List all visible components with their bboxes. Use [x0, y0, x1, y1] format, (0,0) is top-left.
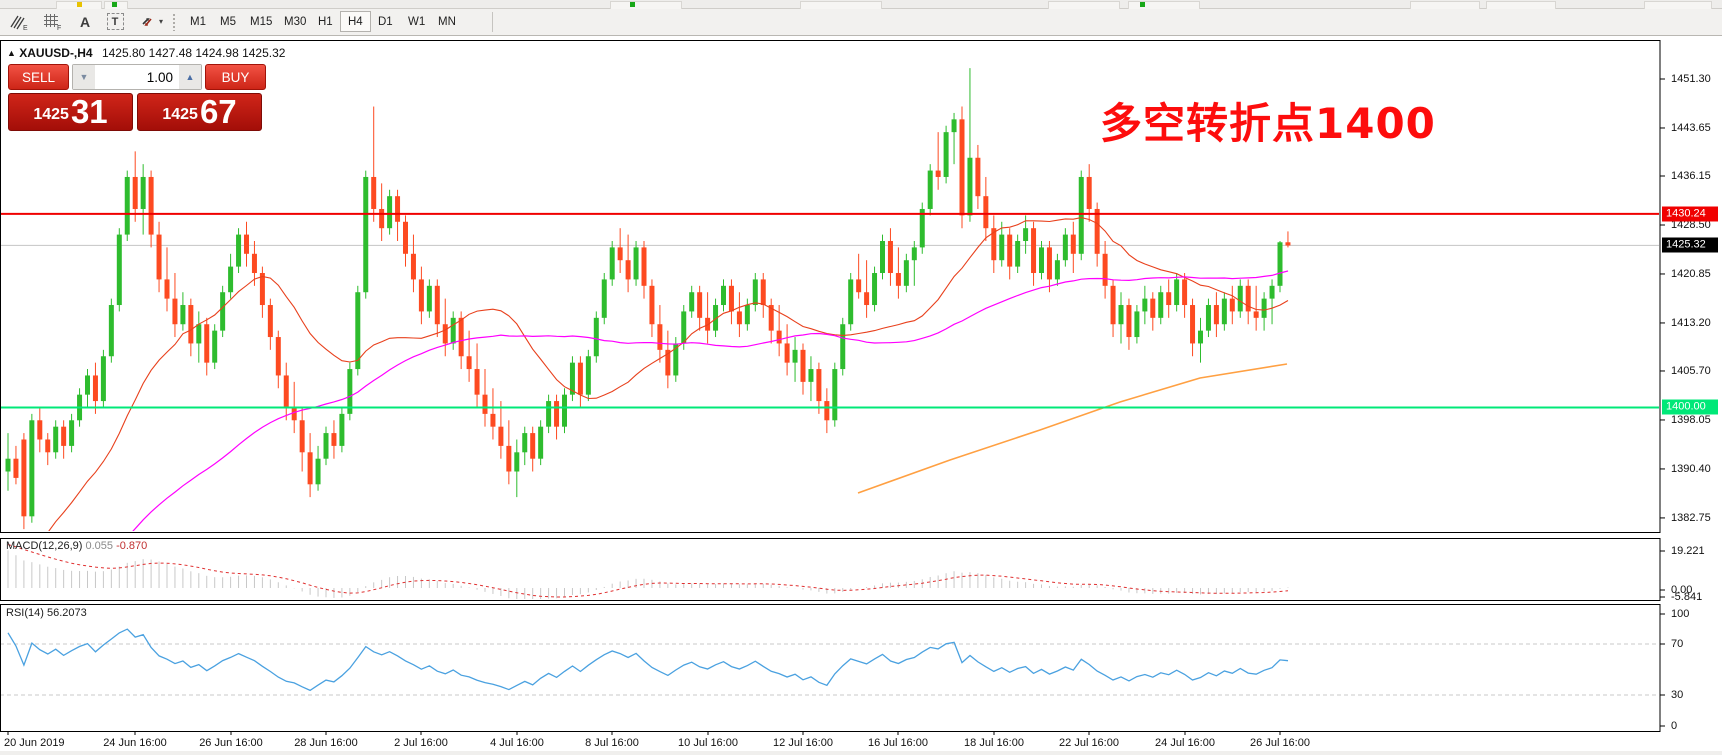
- volume-decrease-button[interactable]: ▼: [73, 65, 95, 89]
- time-axis-label: 2 Jul 16:00: [394, 737, 448, 749]
- volume-increase-button[interactable]: ▲: [179, 65, 201, 89]
- buy-price-big: 67: [200, 95, 237, 128]
- macd-axis-label: -5.841: [1671, 591, 1702, 603]
- price-axis-label: 1382.75: [1671, 512, 1711, 524]
- time-axis-label: 26 Jul 16:00: [1250, 737, 1310, 749]
- price-axis-label: 1390.40: [1671, 463, 1711, 475]
- sell-price-big: 31: [71, 95, 108, 128]
- time-axis-label: 22 Jul 16:00: [1059, 737, 1119, 749]
- price-axis-label: 1413.20: [1671, 317, 1711, 329]
- buy-price-small: 1425: [162, 106, 198, 124]
- price-axis-label: 1451.30: [1671, 73, 1711, 85]
- macd-main-value: 0.055: [85, 540, 113, 552]
- time-axis-label: 24 Jun 16:00: [103, 737, 167, 749]
- time-axis-label: 20 Jun 2019: [4, 737, 65, 749]
- price-badge-1400.00: 1400.00: [1662, 400, 1718, 415]
- chart-text-annotation[interactable]: 多空转折点1400: [1100, 90, 1436, 151]
- price-axis-label: 1443.65: [1671, 122, 1711, 134]
- time-axis-label: 26 Jun 16:00: [199, 737, 263, 749]
- one-click-trade-panel: SELL ▼ ▲ BUY 1425 31 1425 67: [8, 64, 266, 131]
- time-axis-label: 24 Jul 16:00: [1155, 737, 1215, 749]
- macd-signal-value: -0.870: [116, 540, 147, 552]
- rsi-axis-label: 30: [1671, 689, 1683, 701]
- time-axis-label: 28 Jun 16:00: [294, 737, 358, 749]
- buy-price-tile[interactable]: 1425 67: [137, 93, 262, 131]
- volume-input[interactable]: [95, 65, 179, 89]
- volume-stepper: ▼ ▲: [72, 64, 202, 90]
- price-axis-label: 1436.15: [1671, 170, 1711, 182]
- rsi-axis-label: 0: [1671, 720, 1677, 732]
- price-axis-label: 1405.70: [1671, 365, 1711, 377]
- price-axis-label: 1398.05: [1671, 414, 1711, 426]
- rsi-pane-label: RSI(14) 56.2073: [6, 607, 87, 619]
- terminal-window: E F A T ▾ M1M5M15M30H1H4D1W1MN: [0, 0, 1722, 755]
- collapse-icon[interactable]: ▲: [7, 48, 16, 58]
- price-axis-label: 1420.85: [1671, 268, 1711, 280]
- ohlc-readout: 1425.80 1427.48 1424.98 1425.32: [102, 46, 286, 60]
- time-axis-label: 4 Jul 16:00: [490, 737, 544, 749]
- rsi-axis-label: 100: [1671, 608, 1689, 620]
- sell-price-small: 1425: [33, 106, 69, 124]
- symbol-header: ▲ XAUUSD-,H4 1425.80 1427.48 1424.98 142…: [7, 46, 285, 60]
- rsi-value: 56.2073: [47, 607, 87, 619]
- sell-price-tile[interactable]: 1425 31: [8, 93, 133, 131]
- rsi-axis-label: 70: [1671, 638, 1683, 650]
- time-axis-label: 18 Jul 16:00: [964, 737, 1024, 749]
- time-axis-label: 10 Jul 16:00: [678, 737, 738, 749]
- price-badge-1430.24: 1430.24: [1662, 206, 1718, 221]
- macd-axis-label: 19.221: [1671, 545, 1705, 557]
- time-axis-label: 16 Jul 16:00: [868, 737, 928, 749]
- symbol-name: XAUUSD-,H4: [19, 46, 92, 60]
- price-badge-1425.32: 1425.32: [1662, 238, 1718, 253]
- buy-button[interactable]: BUY: [205, 64, 266, 90]
- sell-button[interactable]: SELL: [8, 64, 69, 90]
- time-axis-label: 12 Jul 16:00: [773, 737, 833, 749]
- window-bottom-edge: [0, 751, 1722, 755]
- macd-pane-label: MACD(12,26,9) 0.055 -0.870: [6, 540, 147, 552]
- time-axis-label: 8 Jul 16:00: [585, 737, 639, 749]
